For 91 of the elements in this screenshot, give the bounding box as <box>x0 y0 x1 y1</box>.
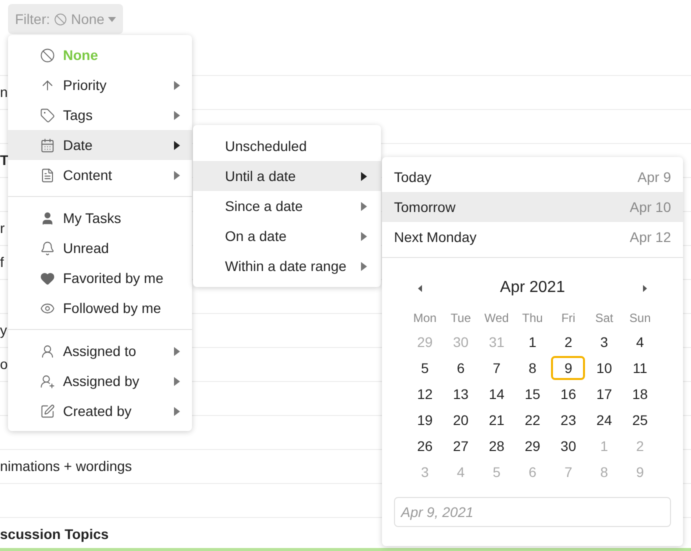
quick-date-item[interactable]: Today Apr 9 <box>382 162 683 192</box>
heart-icon <box>40 270 55 286</box>
calendar-day[interactable]: 13 <box>444 382 478 406</box>
calendar-day[interactable]: 22 <box>515 408 550 432</box>
task-title: r <box>0 219 5 238</box>
submenu-arrow-icon <box>361 232 367 240</box>
calendar-day[interactable]: 16 <box>551 382 586 406</box>
menu-item[interactable]: Assigned by <box>8 366 192 396</box>
calendar-day[interactable]: 30 <box>551 434 586 458</box>
calendar-day[interactable]: 24 <box>587 408 622 432</box>
person-icon <box>40 210 55 226</box>
weekday-label: Wed <box>484 310 509 327</box>
edit-icon <box>40 404 55 418</box>
person-plus-icon <box>40 374 55 388</box>
weekday-label: Fri <box>561 310 576 327</box>
calendar-day[interactable]: 27 <box>444 434 478 458</box>
ban-icon <box>54 12 67 26</box>
calendar-day[interactable]: 8 <box>515 356 550 380</box>
submenu-arrow-icon <box>174 140 180 150</box>
calendar-day[interactable]: 19 <box>408 408 442 432</box>
person-icon <box>40 344 55 358</box>
menu-item[interactable]: Since a date <box>193 191 381 221</box>
calendar-day[interactable]: 5 <box>408 356 442 380</box>
calendar-day[interactable]: 3 <box>587 330 622 354</box>
menu-item[interactable]: My Tasks <box>8 203 192 233</box>
document-icon <box>40 168 55 182</box>
weekday-label: Tue <box>450 310 471 327</box>
calendar-day[interactable]: 26 <box>408 434 442 458</box>
calendar-day[interactable]: 1 <box>515 330 550 354</box>
task-title: y <box>0 321 7 340</box>
menu-item[interactable]: Content <box>8 160 192 190</box>
weekday-label: Sat <box>595 310 614 327</box>
menu-item[interactable]: Within a date range <box>193 251 381 281</box>
menu-item[interactable]: Tags <box>8 100 192 130</box>
bell-icon <box>40 240 55 256</box>
left-arrow-icon <box>418 284 422 292</box>
task-title: f <box>0 253 4 272</box>
tag-icon <box>40 108 55 122</box>
submenu-arrow-icon <box>361 262 367 270</box>
weekday-label: Sun <box>629 310 651 327</box>
menu-item[interactable]: Until a date <box>193 161 381 191</box>
calendar-day[interactable]: 9 <box>551 356 586 380</box>
calendar-day[interactable]: 28 <box>480 434 514 458</box>
menu-item[interactable]: Priority <box>8 70 192 100</box>
menu-item[interactable]: Unscheduled <box>193 131 381 161</box>
task-title: T <box>0 151 9 170</box>
submenu-arrow-icon <box>174 80 180 90</box>
task-title: nimations + wordings <box>0 457 132 476</box>
calendar-day[interactable]: 7 <box>480 356 514 380</box>
submenu-arrow-icon <box>361 172 367 180</box>
submenu-arrow-icon <box>174 110 180 120</box>
weekday-label: Mon <box>413 310 437 327</box>
calendar-day[interactable]: 21 <box>480 408 514 432</box>
calendar-day[interactable]: 25 <box>623 408 658 432</box>
task-title: o <box>0 355 8 374</box>
quick-date-item[interactable]: Tomorrow Apr 10 <box>382 192 683 222</box>
calendar-day[interactable]: 29 <box>515 434 550 458</box>
weekday-label: Thu <box>522 310 543 327</box>
eye-icon <box>40 300 55 316</box>
menu-item[interactable]: Favorited by me <box>8 263 192 293</box>
task-title: scussion Topics <box>0 525 109 544</box>
quick-date-item[interactable]: Next Monday Apr 12 <box>382 222 683 252</box>
calendar-icon <box>40 138 55 152</box>
calendar-day[interactable]: 4 <box>623 330 658 354</box>
right-arrow-icon <box>643 284 647 292</box>
calendar-day[interactable]: 10 <box>587 356 622 380</box>
submenu-arrow-icon <box>174 376 180 386</box>
submenu-arrow-icon <box>174 170 180 180</box>
submenu-arrow-icon <box>174 346 180 356</box>
calendar-day[interactable]: 2 <box>551 330 586 354</box>
calendar-day[interactable]: 11 <box>623 356 658 380</box>
calendar-day[interactable]: 18 <box>623 382 658 406</box>
menu-item[interactable]: Assigned to <box>8 336 192 366</box>
calendar-day[interactable]: 17 <box>587 382 622 406</box>
calendar-day[interactable]: 15 <box>515 382 550 406</box>
menu-item[interactable]: Created by <box>8 396 192 426</box>
calendar-day[interactable]: 6 <box>444 356 478 380</box>
calendar-day[interactable]: 14 <box>480 382 514 406</box>
menu-item[interactable]: Unread <box>8 233 192 263</box>
ban-icon <box>40 48 55 62</box>
menu-item[interactable]: On a date <box>193 221 381 251</box>
calendar-day[interactable]: 23 <box>551 408 586 432</box>
task-title: n <box>0 83 8 102</box>
month-title: Apr 2021 <box>500 278 565 298</box>
submenu-arrow-icon <box>174 406 180 416</box>
calendar-day[interactable]: 20 <box>444 408 478 432</box>
menu-item[interactable]: Date <box>8 130 192 160</box>
submenu-arrow-icon <box>361 202 367 210</box>
menu-item[interactable]: Followed by me <box>8 293 192 323</box>
calendar-day[interactable]: 12 <box>408 382 442 406</box>
caret-icon <box>108 16 116 22</box>
